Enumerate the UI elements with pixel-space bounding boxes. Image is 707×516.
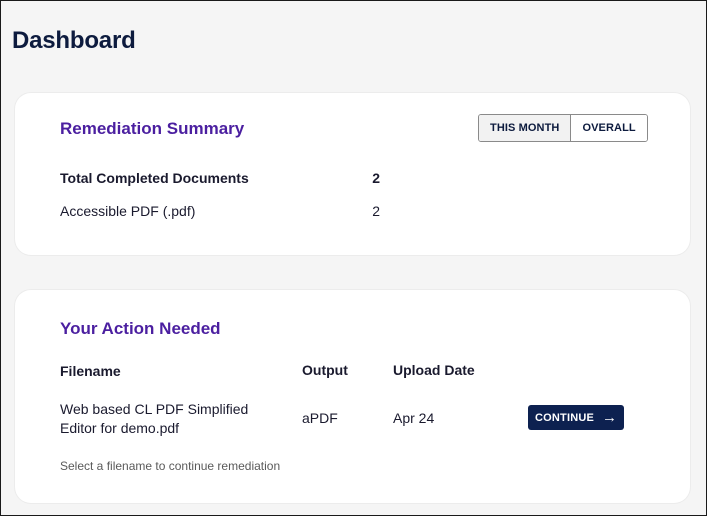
this-month-button[interactable]: THIS MONTH — [479, 115, 572, 141]
action-needed-card: Your Action Needed Filename Output Uploa… — [15, 290, 690, 503]
action-needed-title: Your Action Needed — [60, 319, 221, 338]
page-title: Dashboard — [12, 27, 136, 54]
total-completed-value: 2 — [372, 170, 380, 186]
continue-button[interactable]: CONTINUE → — [528, 405, 625, 430]
remediation-summary-card: Remediation Summary THIS MONTH OVERALL T… — [15, 93, 690, 255]
accessible-pdf-row: Accessible PDF (.pdf) 2 — [60, 203, 380, 219]
upload-date-cell: Apr 24 — [393, 410, 435, 426]
remediation-summary-title: Remediation Summary — [60, 119, 245, 138]
filename-cell[interactable]: Web based CL PDF Simplified Editor for d… — [60, 400, 280, 438]
remediation-hint: Select a filename to continue remediatio… — [60, 459, 281, 473]
output-cell: aPDF — [302, 410, 338, 426]
filename-header: Filename — [60, 363, 121, 379]
overall-button[interactable]: OVERALL — [571, 115, 647, 141]
arrow-right-icon: → — [602, 409, 618, 426]
total-completed-label: Total Completed Documents — [60, 170, 249, 186]
upload-date-header: Upload Date — [393, 362, 475, 378]
total-completed-row: Total Completed Documents 2 — [60, 170, 380, 186]
accessible-pdf-value: 2 — [372, 203, 380, 219]
output-header: Output — [302, 362, 348, 378]
period-toggle: THIS MONTH OVERALL — [478, 114, 648, 142]
continue-label: CONTINUE — [535, 411, 595, 424]
accessible-pdf-label: Accessible PDF (.pdf) — [60, 203, 196, 219]
